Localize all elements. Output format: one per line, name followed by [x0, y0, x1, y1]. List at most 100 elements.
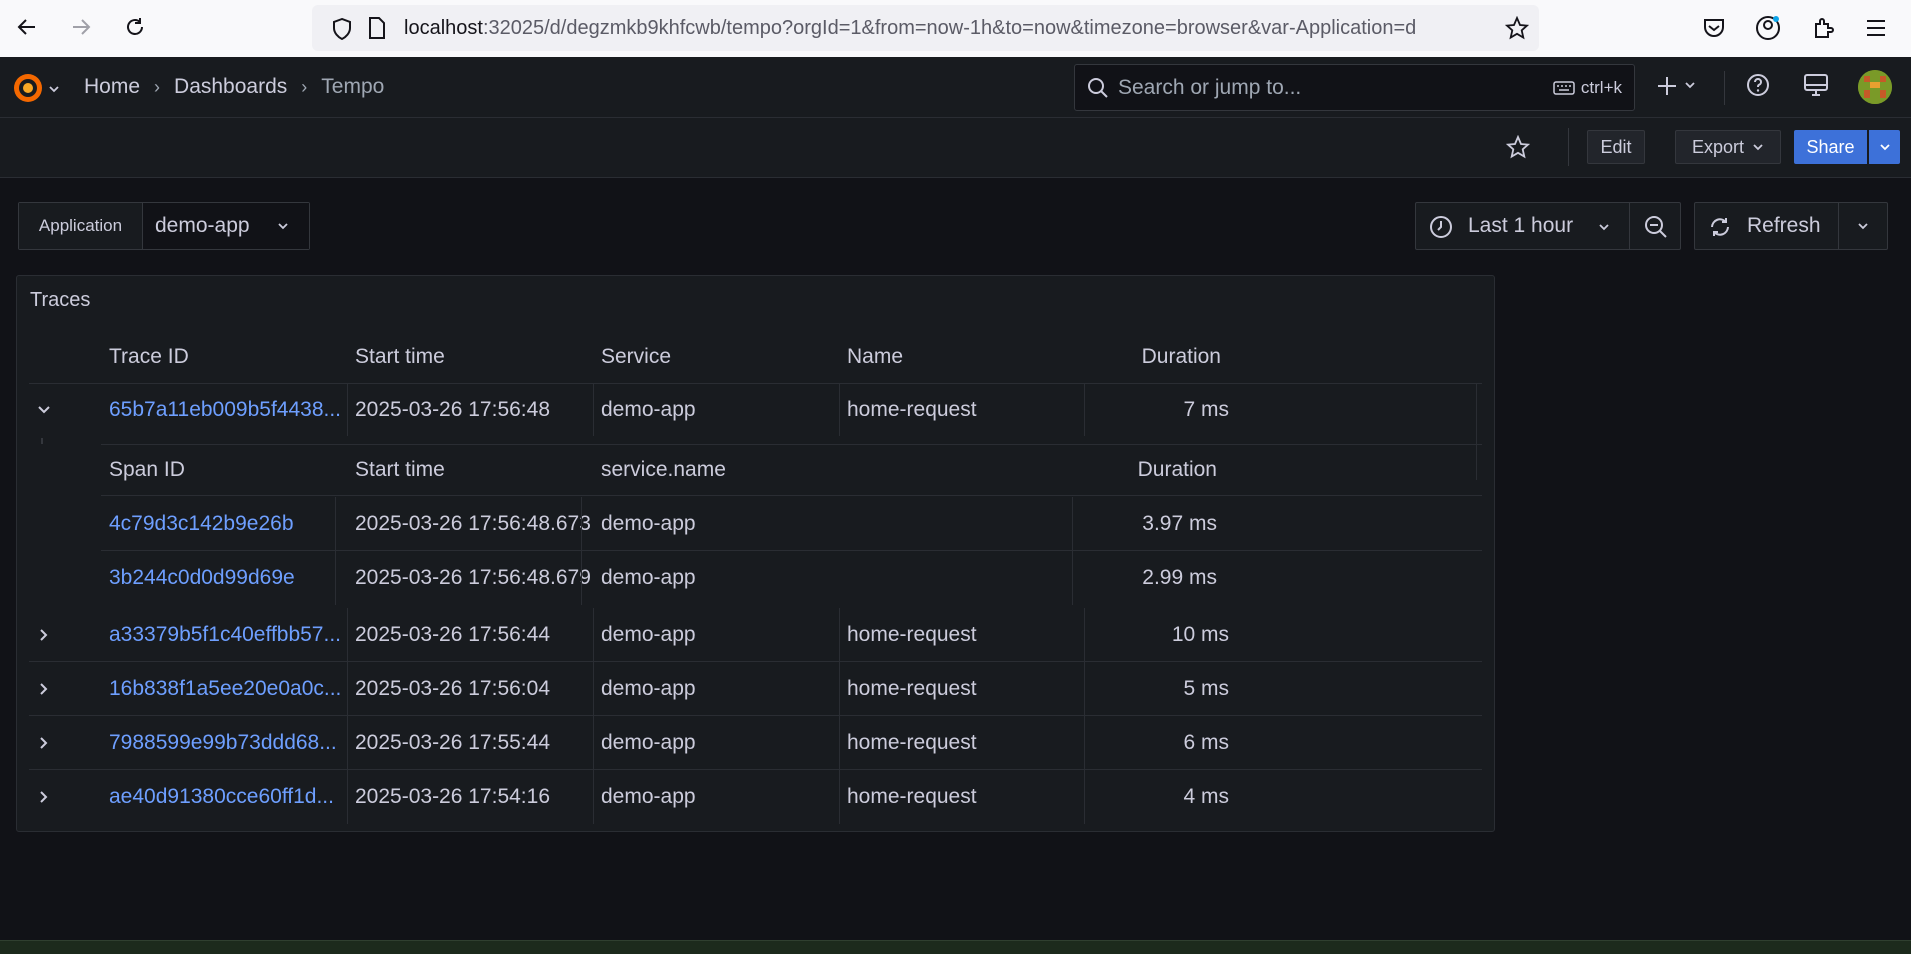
- cell-divider: [839, 770, 840, 824]
- pocket-icon[interactable]: [1700, 14, 1728, 42]
- kiosk-icon[interactable]: [1803, 73, 1829, 97]
- cell-divider: [593, 716, 594, 769]
- start-time: 2025-03-26 17:54:16: [355, 785, 550, 808]
- address-bar[interactable]: localhost:32025/d/degzmkb9khfcwb/tempo?o…: [312, 5, 1539, 51]
- trace-id-link[interactable]: a33379b5f1c40effbb57...: [109, 608, 347, 661]
- table-row[interactable]: a33379b5f1c40effbb57... 2025-03-26 17:56…: [29, 608, 1482, 662]
- duration: 6 ms: [1183, 730, 1229, 754]
- account-icon[interactable]: [1754, 14, 1782, 42]
- browser-toolbar: localhost:32025/d/degzmkb9khfcwb/tempo?o…: [0, 0, 1911, 57]
- clock-icon: [1430, 216, 1452, 238]
- grafana-logo-icon[interactable]: [10, 70, 46, 106]
- back-icon[interactable]: [12, 12, 42, 42]
- table-row[interactable]: 7988599e99b73ddd68... 2025-03-26 17:55:4…: [29, 716, 1482, 770]
- chevron-right-icon[interactable]: [29, 770, 59, 824]
- breadcrumb-home[interactable]: Home: [84, 75, 140, 99]
- keyboard-shortcut: ctrl+k: [1553, 78, 1622, 98]
- chevron-right-icon[interactable]: [29, 608, 59, 661]
- chevron-down-icon[interactable]: [48, 81, 60, 99]
- cell-divider: [347, 662, 348, 715]
- cell-divider: [593, 384, 594, 436]
- refresh-button[interactable]: Refresh: [1695, 203, 1838, 249]
- refresh-label: Refresh: [1747, 214, 1821, 237]
- application-select[interactable]: demo-app: [143, 203, 309, 249]
- name: home-request: [847, 622, 977, 646]
- breadcrumb-separator-icon: ›: [301, 76, 308, 97]
- start-time: 2025-03-26 17:56:48.673: [355, 511, 591, 535]
- forward-icon[interactable]: [66, 12, 96, 42]
- chevron-right-icon[interactable]: [29, 716, 59, 769]
- zoom-out-icon[interactable]: [1644, 215, 1668, 245]
- column-header[interactable]: Trace ID: [109, 330, 189, 383]
- trace-id-link[interactable]: 16b838f1a5ee20e0a0c...: [109, 662, 347, 715]
- avatar[interactable]: [1858, 70, 1892, 104]
- service: demo-app: [601, 398, 696, 421]
- add-new-button[interactable]: [1656, 75, 1698, 97]
- chevron-right-icon[interactable]: [29, 662, 59, 715]
- span-row[interactable]: 3b244c0d0d99d69e 2025-03-26 17:56:48.679…: [101, 551, 1482, 605]
- start-time: 2025-03-26 17:55:44: [355, 730, 550, 754]
- span-row[interactable]: 4c79d3c142b9e26b 2025-03-26 17:56:48.673…: [101, 497, 1482, 551]
- start-time: 2025-03-26 17:56:48.679: [355, 566, 591, 589]
- extensions-icon[interactable]: [1810, 14, 1838, 42]
- chevron-down-icon: [278, 223, 288, 230]
- span-id-link[interactable]: 4c79d3c142b9e26b: [109, 497, 294, 550]
- column-header[interactable]: service.name: [601, 445, 726, 495]
- url-text[interactable]: localhost:32025/d/degzmkb9khfcwb/tempo?o…: [404, 17, 1494, 40]
- dashboard-toolbar: Edit Export Share: [0, 118, 1911, 178]
- breadcrumb-separator-icon: ›: [154, 76, 161, 97]
- table-row[interactable]: 65b7a11eb009b5f4438... 2025-03-26 17:56:…: [29, 384, 1482, 436]
- name: home-request: [847, 730, 977, 754]
- bookmark-star-icon[interactable]: [1504, 15, 1530, 45]
- traces-panel: Traces Trace ID Start time Service Name …: [16, 275, 1495, 832]
- export-button[interactable]: Export: [1675, 130, 1781, 164]
- cell-divider: [1084, 662, 1085, 715]
- star-icon[interactable]: [1502, 130, 1534, 164]
- cell-divider: [335, 551, 336, 605]
- cell-divider: [839, 716, 840, 769]
- search-input[interactable]: Search or jump to... ctrl+k: [1074, 64, 1635, 111]
- time-range-label: Last 1 hour: [1468, 214, 1574, 237]
- trace-id-link[interactable]: 65b7a11eb009b5f4438...: [109, 384, 347, 436]
- trace-id-link[interactable]: 7988599e99b73ddd68...: [109, 716, 347, 769]
- grafana-topnav: Home › Dashboards › Tempo Search or jump…: [0, 57, 1911, 118]
- table-row[interactable]: 16b838f1a5ee20e0a0c... 2025-03-26 17:56:…: [29, 662, 1482, 716]
- cell-divider: [593, 662, 594, 715]
- menu-icon[interactable]: [1862, 14, 1890, 42]
- table-row[interactable]: ae40d91380cce60ff1d... 2025-03-26 17:54:…: [29, 770, 1482, 824]
- cell-divider: [347, 608, 348, 661]
- start-time: 2025-03-26 17:56:44: [355, 622, 550, 646]
- cell-divider: [1084, 608, 1085, 661]
- panel-title: Traces: [30, 289, 91, 311]
- shield-icon[interactable]: [332, 17, 352, 45]
- trace-id-link[interactable]: ae40d91380cce60ff1d...: [109, 770, 347, 824]
- column-header[interactable]: Start time: [355, 445, 445, 495]
- share-button[interactable]: Share: [1794, 130, 1867, 164]
- start-time: 2025-03-26 17:56:04: [355, 676, 550, 700]
- duration: 7 ms: [1183, 398, 1229, 421]
- chevron-down-icon[interactable]: [29, 384, 59, 436]
- page-icon[interactable]: [368, 17, 386, 44]
- edit-button[interactable]: Edit: [1587, 130, 1645, 164]
- column-header[interactable]: Span ID: [109, 445, 185, 495]
- help-icon[interactable]: [1746, 73, 1770, 97]
- column-header[interactable]: Start time: [355, 330, 445, 383]
- cell-divider: [593, 608, 594, 661]
- breadcrumb-dashboards[interactable]: Dashboards: [174, 75, 287, 99]
- cell-divider: [1084, 384, 1085, 436]
- refresh-icon: [1711, 218, 1729, 236]
- refresh-interval-dropdown[interactable]: [1839, 203, 1887, 249]
- search-icon: [1087, 77, 1109, 104]
- column-header[interactable]: Service: [601, 330, 671, 383]
- share-dropdown-button[interactable]: [1869, 130, 1900, 164]
- column-header[interactable]: Duration: [1092, 330, 1221, 383]
- cell-divider: [347, 770, 348, 824]
- breadcrumb-current: Tempo: [321, 75, 385, 98]
- column-header[interactable]: Duration: [1072, 445, 1217, 495]
- reload-icon[interactable]: [120, 12, 150, 42]
- service-name: demo-app: [601, 566, 696, 589]
- cell-divider: [1072, 497, 1073, 550]
- column-header[interactable]: Name: [847, 330, 903, 383]
- time-range-picker[interactable]: Last 1 hour: [1415, 202, 1681, 250]
- span-id-link[interactable]: 3b244c0d0d99d69e: [109, 551, 295, 605]
